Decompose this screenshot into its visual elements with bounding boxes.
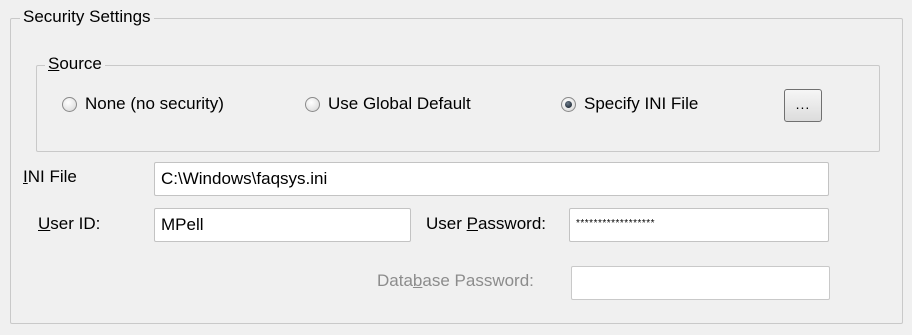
- user-id-label-rest: ser ID:: [50, 214, 101, 233]
- user-password-label: User Password:: [426, 212, 546, 236]
- source-title-mnemonic: S: [48, 54, 60, 73]
- radio-none[interactable]: None (no security): [62, 92, 224, 116]
- radio-specify-ini-file-indicator[interactable]: [561, 96, 576, 112]
- source-title-rest: ource: [59, 54, 102, 73]
- user-password-label-mnemonic: P: [466, 214, 478, 233]
- user-id-label: User ID:: [38, 212, 100, 236]
- radio-use-global-default-label: Use Global Default: [328, 94, 471, 113]
- database-password-label-mnemonic: b: [412, 271, 423, 290]
- ini-file-label: INI File: [23, 165, 77, 189]
- radio-specify-ini-file-label: Specify INI File: [584, 94, 699, 113]
- radio-use-global-default-indicator[interactable]: [305, 96, 320, 112]
- user-id-input[interactable]: MPell: [154, 208, 411, 242]
- ini-file-input[interactable]: C:\Windows\faqsys.ini: [154, 162, 829, 196]
- user-password-label-pre: User: [426, 214, 467, 233]
- ini-file-label-rest: NI File: [27, 167, 77, 186]
- user-password-input[interactable]: ******************: [569, 208, 829, 242]
- database-password-label: Database Password:: [377, 269, 534, 293]
- user-id-label-mnemonic: U: [38, 214, 51, 233]
- database-password-input: [571, 266, 830, 300]
- database-password-label-rest: ase Password:: [422, 271, 534, 290]
- user-password-label-rest: assword:: [477, 214, 546, 233]
- source-group-title: Source: [45, 54, 105, 74]
- database-password-label-pre: Data: [377, 271, 413, 290]
- security-settings-title: Security Settings: [20, 7, 154, 27]
- radio-none-indicator[interactable]: [62, 96, 77, 112]
- browse-ini-button[interactable]: ...: [784, 89, 822, 122]
- radio-none-label: None (no security): [85, 94, 224, 113]
- radio-use-global-default[interactable]: Use Global Default: [305, 92, 471, 116]
- radio-specify-ini-file[interactable]: Specify INI File: [561, 92, 698, 116]
